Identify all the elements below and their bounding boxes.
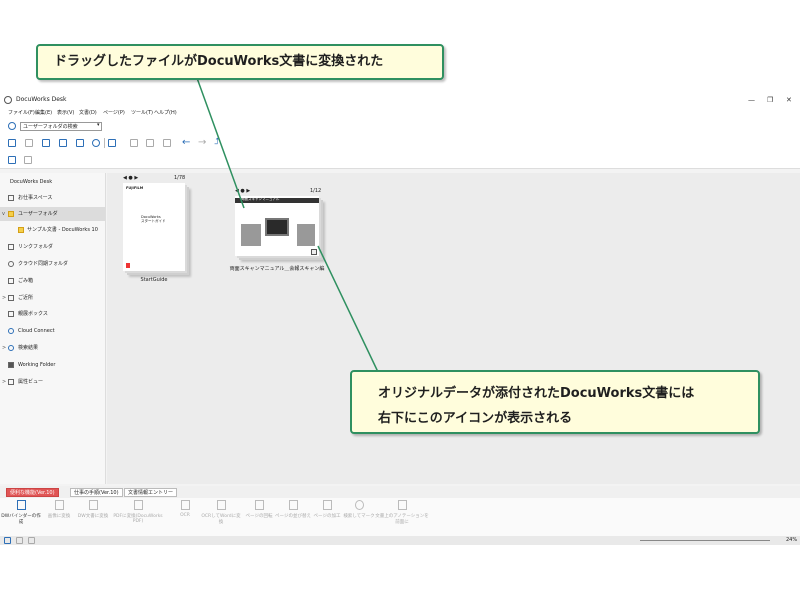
callout-connector-bottom [317, 245, 379, 373]
callout-connectors [196, 77, 379, 373]
callout-bottom-line2: 右下にこのアイコンが表示される [378, 411, 573, 426]
callout-connector-top [196, 77, 245, 209]
callout-bottom-line1: オリジナルデータが添付されたDocuWorks文書には [378, 386, 695, 401]
callout-top: ドラッグしたファイルがDocuWorks文書に変換された [36, 44, 444, 80]
callout-bottom: オリジナルデータが添付されたDocuWorks文書には 右下にこのアイコンが表示… [350, 370, 760, 434]
callout-top-text: ドラッグしたファイルがDocuWorks文書に変換された [54, 54, 384, 69]
